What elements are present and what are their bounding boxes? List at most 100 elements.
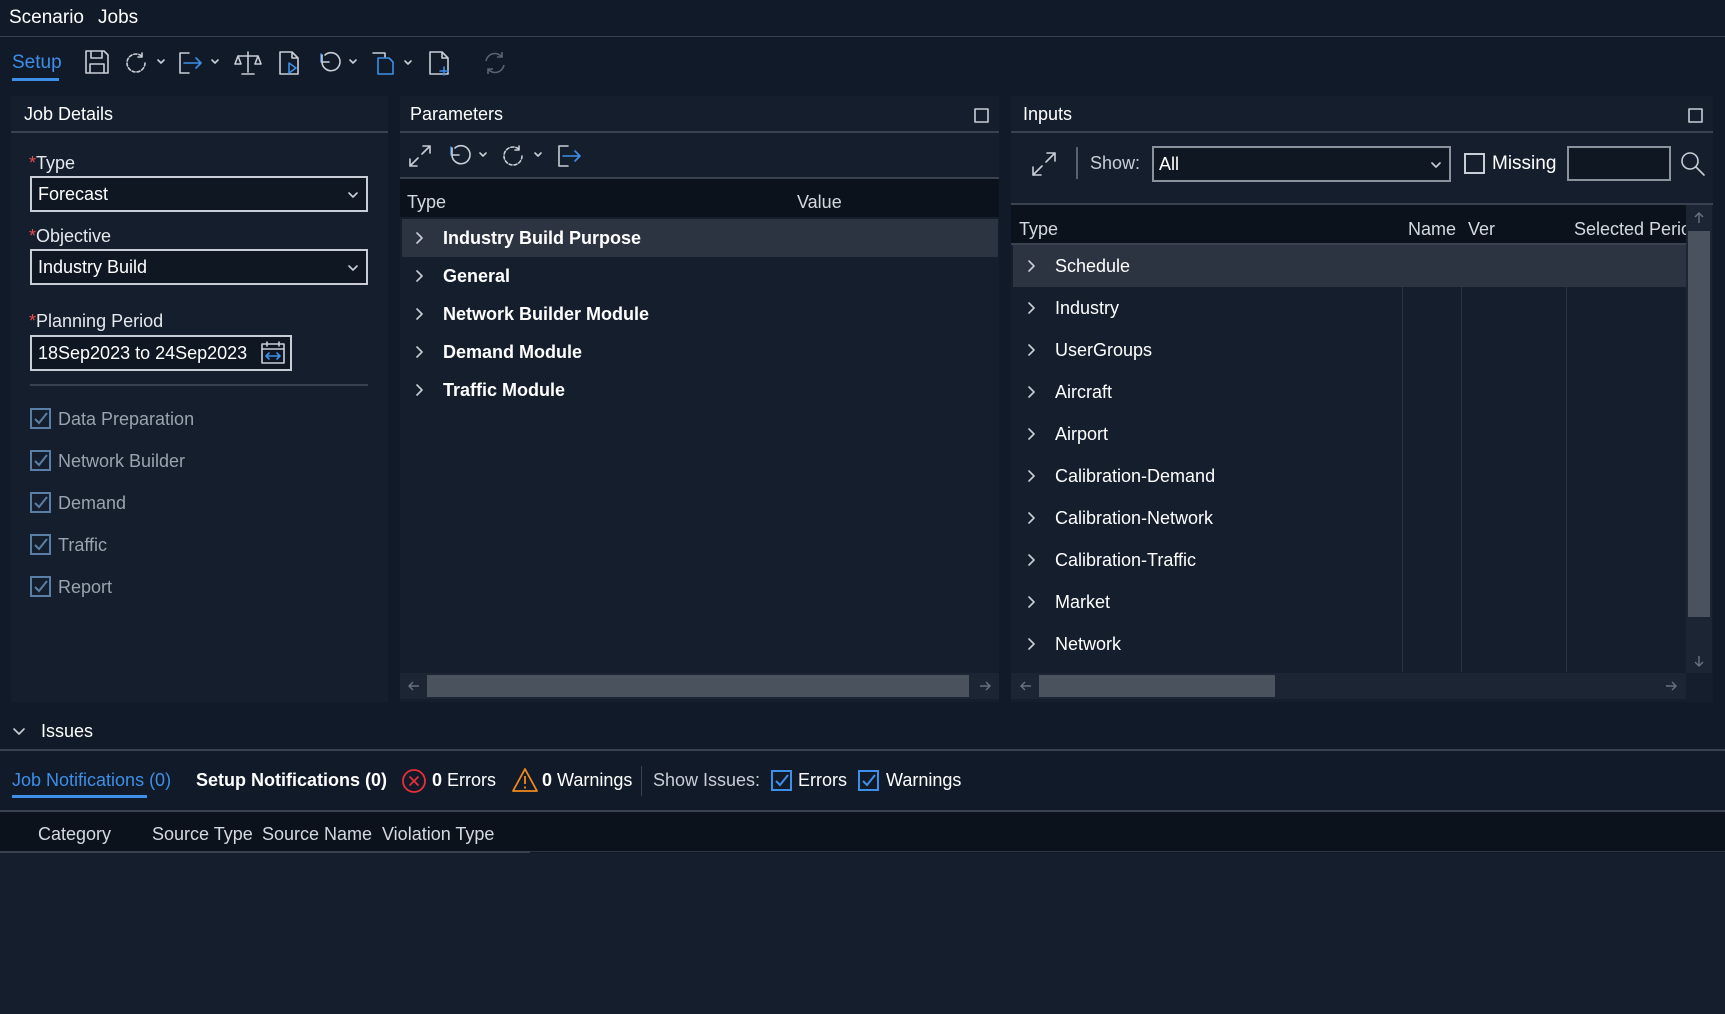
issues-title[interactable]: Issues xyxy=(41,721,93,742)
chevron-right-icon[interactable] xyxy=(1026,512,1036,524)
chevron-right-icon[interactable] xyxy=(1026,302,1036,314)
sync-icon[interactable] xyxy=(481,49,509,77)
parameters-table-header xyxy=(400,179,999,217)
chevron-right-icon[interactable] xyxy=(1026,428,1036,440)
checkbox[interactable] xyxy=(30,576,51,597)
chevron-right-icon[interactable] xyxy=(1026,344,1036,356)
export-icon[interactable] xyxy=(556,143,584,169)
maximize-icon[interactable] xyxy=(974,108,989,123)
refresh-dropdown-icon[interactable] xyxy=(500,143,544,169)
chevron-right-icon[interactable] xyxy=(414,384,424,396)
chevron-right-icon[interactable] xyxy=(414,270,424,282)
planning-period-field[interactable]: 18Sep2023 to 24Sep2023 xyxy=(30,335,292,371)
tree-row[interactable]: UserGroups xyxy=(1013,329,1686,371)
arrow-right-icon[interactable] xyxy=(1664,679,1678,693)
arrow-right-icon[interactable] xyxy=(978,679,992,693)
refresh-dropdown-icon[interactable] xyxy=(123,50,167,76)
run-job-icon[interactable] xyxy=(276,49,304,77)
copy-dropdown-icon[interactable] xyxy=(370,49,414,77)
save-icon[interactable] xyxy=(83,48,111,76)
menu-bar: Scenario Jobs xyxy=(0,0,1725,37)
expand-icon[interactable] xyxy=(407,143,433,169)
tree-row[interactable]: Traffic Module xyxy=(402,371,998,409)
new-document-icon[interactable] xyxy=(426,49,454,77)
tree-row[interactable]: Industry Build Purpose xyxy=(402,219,998,257)
tree-row[interactable]: Schedule xyxy=(1013,245,1686,287)
column-name[interactable]: Name xyxy=(1408,219,1456,240)
arrow-left-icon[interactable] xyxy=(1019,679,1033,693)
chevron-right-icon[interactable] xyxy=(1026,386,1036,398)
checkbox[interactable] xyxy=(30,492,51,513)
tree-row[interactable]: Demand Module xyxy=(402,333,998,371)
compare-icon[interactable] xyxy=(234,49,262,77)
type-select[interactable]: Forecast xyxy=(30,176,368,212)
scrollbar-thumb[interactable] xyxy=(1039,675,1275,697)
checkbox[interactable] xyxy=(30,534,51,555)
chevron-right-icon[interactable] xyxy=(1026,554,1036,566)
expand-icon[interactable] xyxy=(1030,150,1058,178)
tree-row[interactable]: Airport xyxy=(1013,413,1686,455)
objective-select[interactable]: Industry Build xyxy=(30,249,368,285)
column-value[interactable]: Value xyxy=(797,192,842,213)
column-source-name[interactable]: Source Name xyxy=(262,824,372,845)
divider xyxy=(1011,131,1713,133)
parameters-title: Parameters xyxy=(410,104,504,124)
issues-table-body xyxy=(0,853,1725,1014)
arrow-left-icon[interactable] xyxy=(407,679,421,693)
column-selected-period[interactable]: Selected Perio xyxy=(1574,219,1686,240)
tree-row[interactable]: Calibration-Traffic xyxy=(1013,539,1686,581)
arrow-up-icon[interactable] xyxy=(1692,211,1706,225)
tree-row[interactable]: Industry xyxy=(1013,287,1686,329)
divider xyxy=(1076,147,1078,179)
tree-row[interactable]: Calibration-Network xyxy=(1013,497,1686,539)
tree-row[interactable]: General xyxy=(402,257,998,295)
undo-dropdown-icon[interactable] xyxy=(318,50,360,76)
checkbox[interactable] xyxy=(30,408,51,429)
chevron-right-icon[interactable] xyxy=(414,346,424,358)
errors-label: Errors xyxy=(447,770,496,790)
chevron-right-icon[interactable] xyxy=(1026,260,1036,272)
tree-row[interactable]: Market xyxy=(1013,581,1686,623)
column-category[interactable]: Category xyxy=(38,824,111,845)
calendar-icon[interactable] xyxy=(260,340,286,366)
chevron-down-icon xyxy=(348,265,358,271)
column-violation-type[interactable]: Violation Type xyxy=(382,824,494,845)
tab-setup-notifications[interactable]: Setup Notifications (0) xyxy=(196,770,387,791)
chevron-right-icon[interactable] xyxy=(414,232,424,244)
scrollbar-thumb[interactable] xyxy=(427,675,969,697)
chevron-right-icon[interactable] xyxy=(1026,638,1036,650)
tree-row[interactable]: Network Builder Module xyxy=(402,295,998,333)
show-warnings-checkbox[interactable] xyxy=(858,770,879,791)
show-select[interactable]: All xyxy=(1152,146,1451,182)
search-input[interactable] xyxy=(1567,146,1671,181)
menu-jobs[interactable]: Jobs xyxy=(98,7,138,29)
chevron-right-icon[interactable] xyxy=(1026,596,1036,608)
divider xyxy=(0,749,1725,751)
menu-scenario[interactable]: Scenario xyxy=(9,7,84,29)
tree-row[interactable]: Aircraft xyxy=(1013,371,1686,413)
warnings-label: Warnings xyxy=(557,770,633,790)
column-ver[interactable]: Ver xyxy=(1468,219,1495,240)
column-source-type[interactable]: Source Type xyxy=(152,824,253,845)
chevron-right-icon[interactable] xyxy=(1026,470,1036,482)
tree-row[interactable]: Network xyxy=(1013,623,1686,665)
missing-checkbox[interactable] xyxy=(1464,153,1485,174)
chevron-down-icon[interactable] xyxy=(12,725,26,739)
export-dropdown-icon[interactable] xyxy=(177,50,221,76)
column-type[interactable]: Type xyxy=(407,192,446,213)
show-issues-label: Show Issues: xyxy=(653,770,761,790)
search-icon[interactable] xyxy=(1679,150,1707,178)
arrow-down-icon[interactable] xyxy=(1692,654,1706,668)
chevron-right-icon[interactable] xyxy=(414,308,424,320)
checkbox[interactable] xyxy=(30,450,51,471)
scrollbar-thumb[interactable] xyxy=(1688,231,1710,617)
tree-row[interactable]: Calibration-Demand xyxy=(1013,455,1686,497)
maximize-icon[interactable] xyxy=(1688,108,1703,123)
errors-count: 0 xyxy=(432,770,443,790)
tab-setup[interactable]: Setup xyxy=(12,52,62,74)
undo-dropdown-icon[interactable] xyxy=(448,143,490,169)
show-label: Show: xyxy=(1090,153,1141,173)
tab-job-notifications[interactable]: Job Notifications (0) xyxy=(12,770,171,791)
show-errors-checkbox[interactable] xyxy=(771,770,792,791)
column-type[interactable]: Type xyxy=(1019,219,1058,240)
